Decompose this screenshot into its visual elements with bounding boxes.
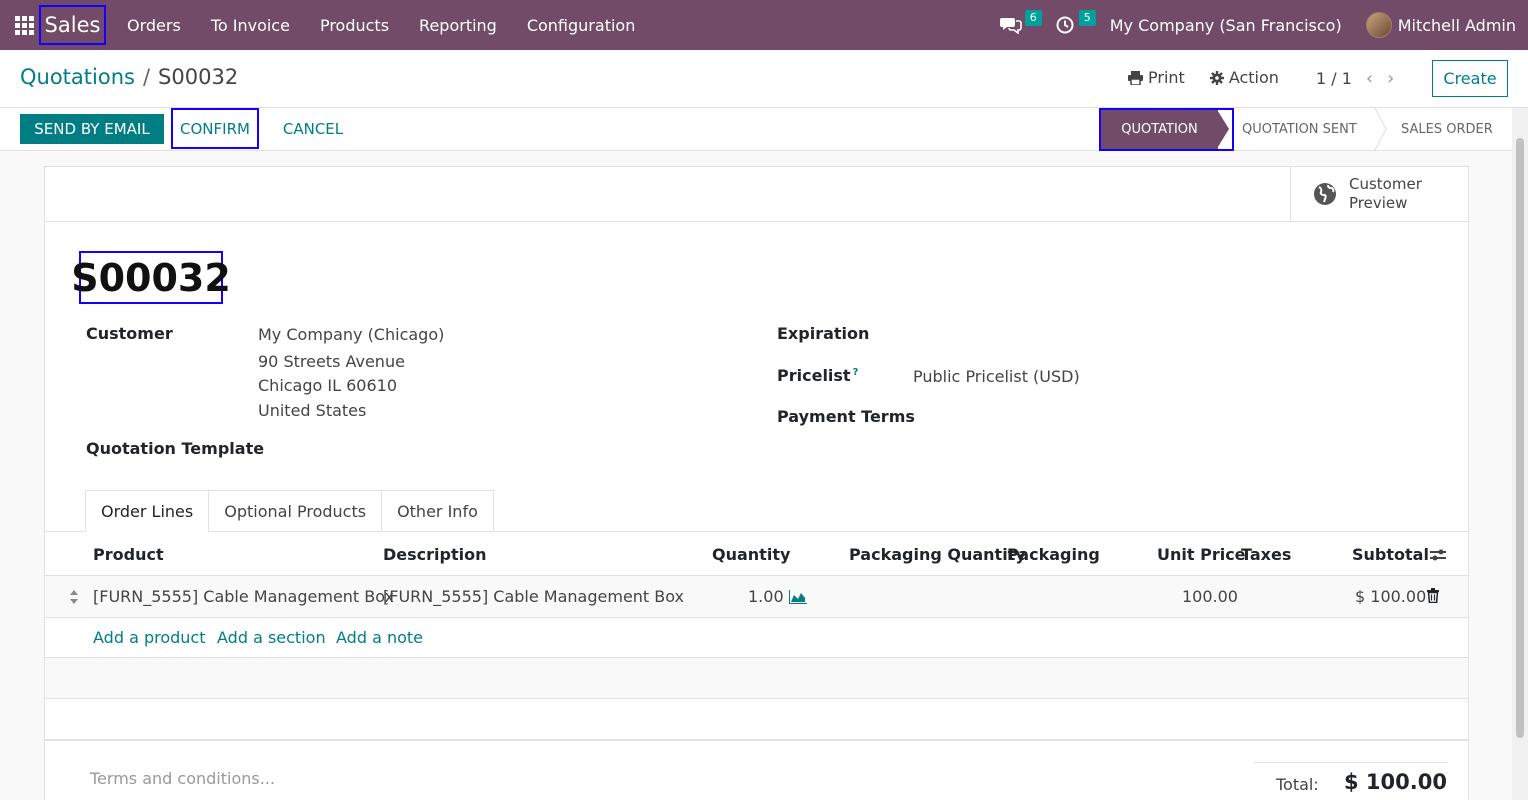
table-row[interactable]: [FURN_5555] Cable Management Box [FURN_5… <box>45 576 1468 618</box>
pager-prev-icon[interactable]: ‹ <box>1366 68 1373 89</box>
activity-menu[interactable]: 5 <box>1044 0 1098 50</box>
form-sheet: Customer Preview S00032 Customer My Comp… <box>44 166 1469 800</box>
tab-order-lines[interactable]: Order Lines <box>85 490 210 532</box>
col-subtotal[interactable]: Subtotal <box>1352 545 1429 564</box>
add-line-row: Add a product Add a section Add a note <box>45 618 1468 658</box>
chat-icon <box>999 18 1022 34</box>
row-product[interactable]: [FURN_5555] Cable Management Box <box>93 587 394 606</box>
stage-quotation[interactable]: QUOTATION <box>1101 108 1218 150</box>
row-unit-price[interactable]: 100.00 <box>1182 587 1238 606</box>
pricelist-value[interactable]: Public Pricelist (USD) <box>913 367 1080 386</box>
row-quantity[interactable]: 1.00 <box>748 587 784 606</box>
systray: 6 5 My Company (San Francisco) Mitchell … <box>988 0 1528 50</box>
payment-terms-label: Payment Terms <box>777 407 915 426</box>
send-by-email-button[interactable]: SEND BY EMAIL <box>20 114 164 144</box>
total-label: Total: <box>1276 775 1319 794</box>
col-product[interactable]: Product <box>93 545 164 564</box>
optional-columns-icon[interactable] <box>1430 548 1446 562</box>
add-note-link[interactable]: Add a note <box>336 628 423 647</box>
add-product-link[interactable]: Add a product <box>93 628 206 647</box>
total-box: Total: $ 100.00 <box>1254 762 1448 800</box>
print-button[interactable]: Print <box>1128 68 1185 87</box>
app-brand[interactable]: Sales <box>39 5 106 45</box>
expiration-label: Expiration <box>777 324 870 343</box>
stage-sales-order[interactable]: SALES ORDER <box>1379 108 1509 150</box>
customer-name[interactable]: My Company (Chicago) <box>258 325 444 344</box>
print-icon <box>1128 70 1143 85</box>
button-box: Customer Preview <box>45 167 1468 222</box>
table-footer-divider <box>45 739 1468 741</box>
col-packaging-quantity[interactable]: Packaging Quantity <box>849 545 1026 564</box>
avatar <box>1365 12 1392 38</box>
forecast-chart-icon[interactable] <box>789 590 807 604</box>
cancel-button[interactable]: CANCEL <box>268 114 358 144</box>
user-menu[interactable]: Mitchell Admin <box>1354 0 1528 50</box>
globe-icon <box>1314 183 1336 205</box>
pager-value[interactable]: 1 / 1 <box>1316 69 1352 88</box>
main-menu: Orders To Invoice Products Reporting Con… <box>112 0 650 50</box>
quotation-template-label: Quotation Template <box>86 439 265 458</box>
create-button[interactable]: Create <box>1432 60 1508 97</box>
customer-preview-button[interactable]: Customer Preview <box>1290 167 1468 221</box>
add-section-link[interactable]: Add a section <box>217 628 326 647</box>
messaging-menu[interactable]: 6 <box>988 0 1044 50</box>
col-packaging[interactable]: Packaging <box>1007 545 1100 564</box>
scrollbar-thumb[interactable] <box>1516 138 1524 738</box>
menu-reporting[interactable]: Reporting <box>404 0 512 50</box>
top-navbar: Sales Orders To Invoice Products Reporti… <box>0 0 1528 50</box>
pager: 1 / 1 ‹ › <box>1316 68 1394 89</box>
terms-and-conditions-field[interactable]: Terms and conditions... <box>90 769 275 788</box>
print-label: Print <box>1148 68 1185 87</box>
breadcrumb: Quotations / S00032 <box>20 65 238 89</box>
user-name: Mitchell Admin <box>1397 15 1516 35</box>
pricelist-label-text: Pricelist <box>777 366 851 385</box>
row-subtotal: $ 100.00 <box>1355 587 1427 606</box>
breadcrumb-quotations[interactable]: Quotations <box>20 65 135 89</box>
breadcrumb-separator: / <box>142 65 151 89</box>
empty-row <box>45 658 1468 699</box>
customer-preview-line1: Customer <box>1349 175 1422 193</box>
notebook-tabs: Order Lines Optional Products Other Info <box>85 490 494 532</box>
menu-orders[interactable]: Orders <box>112 0 196 50</box>
empty-row <box>45 699 1468 740</box>
page-scrollbar[interactable] <box>1512 108 1528 800</box>
customer-address-street: 90 Streets Avenue <box>258 352 405 371</box>
row-description[interactable]: [FURN_5555] Cable Management Box <box>383 587 684 606</box>
tab-optional-products[interactable]: Optional Products <box>209 490 383 532</box>
col-quantity[interactable]: Quantity <box>712 545 790 564</box>
cp-actions: Print Action <box>1128 68 1304 87</box>
menu-configuration[interactable]: Configuration <box>512 0 651 50</box>
menu-products[interactable]: Products <box>305 0 404 50</box>
col-unit-price[interactable]: Unit Price <box>1157 545 1246 564</box>
breadcrumb-current: S00032 <box>158 65 239 89</box>
action-button[interactable]: Action <box>1209 68 1279 87</box>
confirm-button[interactable]: CONFIRM <box>171 108 259 149</box>
record-name: S00032 <box>71 251 231 304</box>
pricelist-label: Pricelist? <box>777 366 858 385</box>
clock-icon <box>1056 16 1074 34</box>
activities-badge: 5 <box>1078 10 1096 26</box>
menu-to-invoice[interactable]: To Invoice <box>196 0 305 50</box>
drag-handle-icon[interactable] <box>69 589 79 605</box>
pricelist-help-icon[interactable]: ? <box>853 367 859 378</box>
col-description[interactable]: Description <box>383 545 486 564</box>
customer-label: Customer <box>86 324 173 343</box>
col-taxes[interactable]: Taxes <box>1241 545 1291 564</box>
order-lines-header: Product Description Quantity Packaging Q… <box>45 532 1468 576</box>
gear-icon <box>1209 70 1224 85</box>
customer-address-city: Chicago IL 60610 <box>258 376 398 395</box>
messages-badge: 6 <box>1024 10 1042 26</box>
customer-address-country: United States <box>258 401 367 420</box>
stage-quotation-sent[interactable]: QUOTATION SENT <box>1220 108 1373 150</box>
action-label: Action <box>1228 68 1279 87</box>
trash-icon[interactable] <box>1427 588 1439 603</box>
tab-other-info[interactable]: Other Info <box>382 490 494 532</box>
company-switcher[interactable]: My Company (San Francisco) <box>1098 0 1354 50</box>
pager-next-icon[interactable]: › <box>1387 68 1394 89</box>
customer-preview-label: Customer Preview <box>1349 175 1422 213</box>
customer-preview-line2: Preview <box>1349 194 1408 212</box>
control-panel: Quotations / S00032 Print Action 1 / 1 ‹… <box>0 50 1528 108</box>
total-value: $ 100.00 <box>1344 770 1447 794</box>
